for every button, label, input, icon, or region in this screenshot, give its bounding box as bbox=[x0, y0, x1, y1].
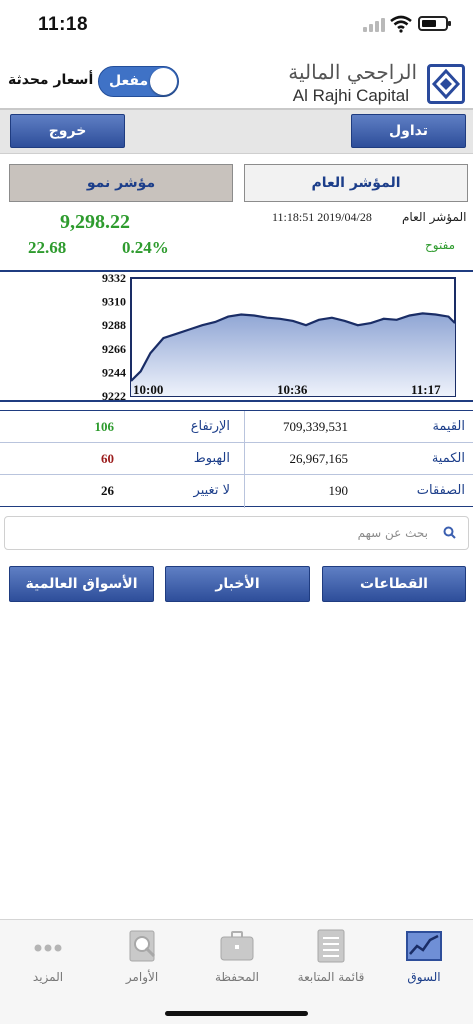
tab-watchlist[interactable]: قائمة المتابعة bbox=[286, 928, 376, 988]
orders-icon bbox=[129, 930, 156, 962]
tab-more-label: المزيد bbox=[32, 970, 64, 984]
decliners-label: الهبوط bbox=[193, 451, 230, 466]
wifi-icon bbox=[390, 15, 412, 33]
bottom-tab-bar: السوق قائمة المتابعة المحفظة الأوامر الم… bbox=[0, 919, 473, 1024]
stats-row-2: الكمية 26,967,165 الهبوط 60 bbox=[0, 443, 473, 475]
tab-growth-index[interactable]: مؤشر نمو bbox=[9, 164, 233, 202]
global-markets-button[interactable]: الأسواق العالمية bbox=[9, 566, 154, 602]
market-status: مفتوح bbox=[425, 238, 456, 252]
tab-portfolio-label: المحفظة bbox=[214, 970, 260, 984]
search-icon bbox=[443, 526, 456, 539]
live-prices-label: أسعار محدثة bbox=[8, 72, 94, 88]
chart-y-tick-2: 9288 bbox=[102, 318, 126, 332]
tab-market-label: السوق bbox=[407, 970, 441, 984]
status-bar: 11:18 bbox=[0, 0, 473, 52]
trades-count: 190 bbox=[328, 483, 349, 498]
index-chart-svg: 9332 9310 9288 9266 9244 9222 10:00 10:36 11:17 bbox=[102, 272, 456, 400]
advancers-label: الإرتفاع bbox=[190, 419, 230, 434]
chart-y-tick-4: 9244 bbox=[102, 365, 126, 379]
index-change: 22.68 bbox=[28, 238, 67, 257]
tab-portfolio[interactable]: المحفظة bbox=[192, 928, 282, 988]
chart-y-tick-0: 9332 bbox=[102, 272, 126, 285]
stats-row-3: الصفقات 190 لا تغيير 26 bbox=[0, 475, 473, 507]
sectors-button[interactable]: القطاعات bbox=[322, 566, 466, 602]
decliners-count: 60 bbox=[101, 451, 114, 466]
chart-x-tick-2: 11:17 bbox=[411, 382, 441, 397]
unchanged-label: لا تغيير bbox=[193, 483, 230, 498]
search-placeholder: بحث عن سهم bbox=[357, 526, 428, 540]
tab-more[interactable]: المزيد bbox=[3, 928, 93, 988]
volume-label: الكمية bbox=[431, 451, 465, 466]
index-chart: 9332 9310 9288 9266 9244 9222 10:00 10:36 11:17 bbox=[0, 270, 473, 402]
trades-label: الصفقات bbox=[416, 483, 465, 498]
tab-market[interactable]: السوق bbox=[379, 928, 469, 988]
news-button[interactable]: الأخبار bbox=[165, 566, 310, 602]
status-time: 11:18 bbox=[38, 14, 89, 35]
briefcase-icon bbox=[220, 931, 254, 961]
chart-x-tick-1: 10:36 bbox=[277, 382, 308, 397]
unchanged-count: 26 bbox=[101, 483, 114, 498]
chart-y-tick-3: 9266 bbox=[102, 342, 126, 356]
tab-general-index[interactable]: المؤشر العام bbox=[244, 164, 468, 202]
advancers-count: 106 bbox=[94, 419, 115, 434]
tab-orders-label: الأوامر bbox=[125, 970, 159, 984]
al-rajhi-logo-icon bbox=[427, 64, 465, 104]
value-label: القيمة bbox=[432, 419, 465, 434]
chart-y-tick-1: 9310 bbox=[102, 295, 126, 309]
brand-name-english: Al Rajhi Capital bbox=[292, 86, 409, 105]
exit-button[interactable]: خروج bbox=[10, 114, 125, 148]
stock-search-input[interactable]: بحث عن سهم bbox=[4, 516, 469, 550]
market-stats: القيمة 709,339,531 الإرتفاع 106 الكمية 2… bbox=[0, 410, 473, 508]
more-dots-icon bbox=[34, 944, 62, 952]
tab-orders[interactable]: الأوامر bbox=[97, 928, 187, 988]
live-prices-toggle[interactable]: مفعل bbox=[98, 66, 179, 97]
trade-button[interactable]: تداول bbox=[351, 114, 466, 148]
brand-name-arabic: الراجحي المالية bbox=[288, 60, 417, 84]
chart-x-tick-0: 10:00 bbox=[133, 382, 163, 397]
home-indicator bbox=[165, 1011, 308, 1016]
chart-y-tick-5: 9222 bbox=[102, 389, 126, 400]
stats-row-1: القيمة 709,339,531 الإرتفاع 106 bbox=[0, 411, 473, 443]
index-timestamp: 11:18:51 2019/04/28 bbox=[272, 210, 372, 224]
toggle-knob bbox=[150, 68, 177, 95]
volume-amount: 26,967,165 bbox=[289, 451, 349, 466]
index-change-percent: 0.24% bbox=[122, 238, 169, 257]
tab-watchlist-label: قائمة المتابعة bbox=[297, 970, 365, 984]
market-chart-icon bbox=[406, 931, 442, 961]
watchlist-icon bbox=[317, 929, 345, 963]
top-toolbar: خروج تداول bbox=[0, 110, 473, 154]
index-name: المؤشر العام bbox=[402, 210, 467, 224]
battery-icon bbox=[418, 16, 451, 31]
index-price: 9,298.22 bbox=[60, 211, 130, 233]
cellular-signal-icon bbox=[363, 18, 385, 32]
toggle-state-label: مفعل bbox=[109, 73, 149, 89]
value-amount: 709,339,531 bbox=[283, 419, 348, 434]
